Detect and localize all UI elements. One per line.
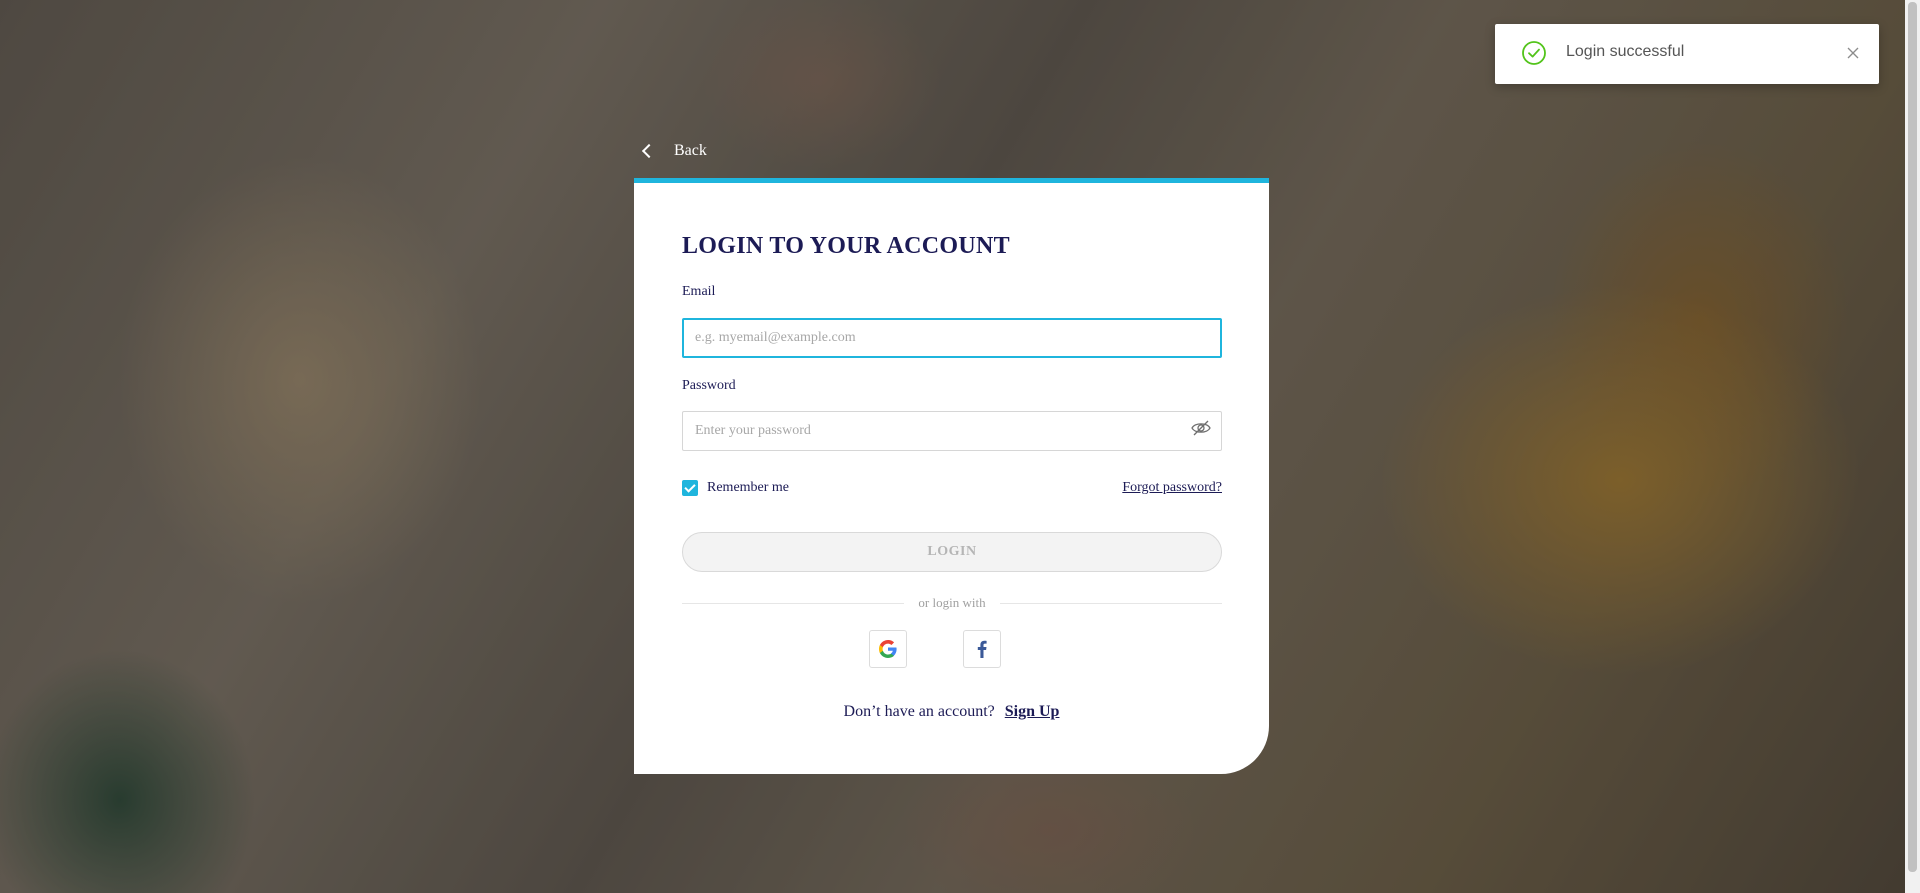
signup-link[interactable]: Sign Up — [1005, 703, 1060, 720]
login-button[interactable]: LOGIN — [682, 532, 1222, 572]
remember-me-label: Remember me — [707, 480, 790, 495]
facebook-login-button[interactable] — [963, 630, 1001, 668]
success-toast: Login successful — [1495, 24, 1879, 84]
page-title: LOGIN TO YOUR ACCOUNT — [682, 233, 1010, 259]
eye-slash-icon[interactable] — [1190, 419, 1212, 437]
back-link[interactable]: Back — [641, 142, 707, 160]
google-login-button[interactable] — [869, 630, 907, 668]
check-circle-icon — [1522, 41, 1546, 65]
signup-row: Don’t have an account? Sign Up — [634, 703, 1269, 721]
password-label: Password — [682, 378, 736, 393]
login-card: LOGIN TO YOUR ACCOUNT Email Password Rem… — [634, 178, 1269, 774]
divider-line — [999, 602, 1223, 604]
checkbox-checked-icon[interactable] — [682, 480, 698, 496]
chevron-left-icon — [641, 143, 657, 159]
close-icon[interactable] — [1844, 44, 1862, 62]
social-divider: or login with — [682, 595, 1223, 611]
password-input[interactable] — [682, 411, 1222, 451]
divider-text: or login with — [918, 595, 986, 610]
divider-line — [682, 602, 905, 604]
toast-message: Login successful — [1566, 43, 1685, 60]
google-icon — [879, 640, 897, 658]
scrollbar[interactable] — [1905, 0, 1920, 893]
forgot-password-link[interactable]: Forgot password? — [1122, 480, 1222, 496]
facebook-icon — [977, 640, 987, 658]
scrollbar-thumb[interactable] — [1908, 2, 1917, 872]
signup-prompt: Don’t have an account? — [843, 703, 995, 720]
email-input[interactable] — [682, 318, 1222, 358]
back-label: Back — [674, 142, 707, 159]
email-label: Email — [682, 284, 716, 299]
remember-me-checkbox[interactable]: Remember me — [682, 480, 789, 496]
